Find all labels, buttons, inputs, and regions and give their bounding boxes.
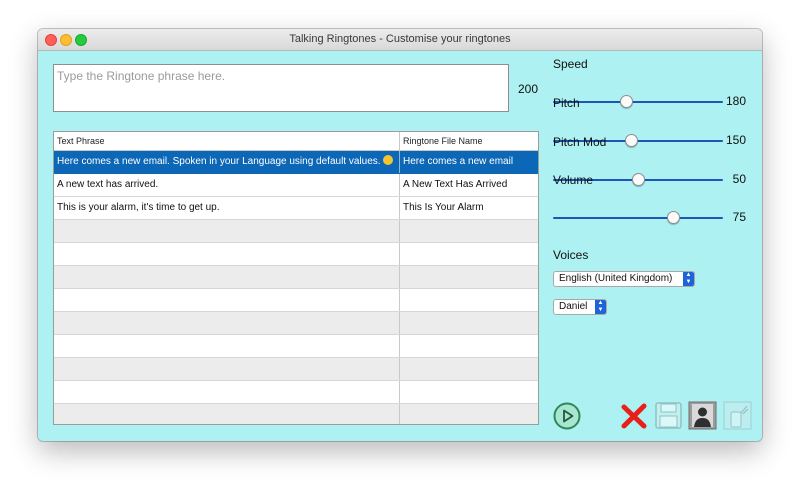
speed-slider-knob[interactable] <box>619 95 633 108</box>
pitch-mod-label: Pitch Mod <box>553 135 607 149</box>
table-cell <box>400 312 538 334</box>
table-cell <box>54 381 400 403</box>
table-cell-file: A New Text Has Arrived <box>403 179 508 190</box>
pitch-mod-slider-knob[interactable] <box>631 173 645 186</box>
play-button[interactable] <box>553 402 581 430</box>
table-row-empty[interactable] <box>54 243 538 266</box>
red-x-icon <box>621 403 647 429</box>
table-cell <box>400 358 538 380</box>
table-cell <box>54 335 400 357</box>
table-cell <box>54 312 400 334</box>
table-row[interactable]: Here comes a new email. Spoken in your L… <box>54 151 538 174</box>
table-row-empty[interactable] <box>54 220 538 243</box>
speed-label: Speed <box>553 57 588 71</box>
smiley-emoji-icon <box>382 155 393 165</box>
phrase-input[interactable]: Type the Ringtone phrase here. <box>53 64 509 112</box>
table-cell-file: This Is Your Alarm <box>403 202 484 213</box>
table-cell <box>400 381 538 403</box>
chevron-up-down-icon: ▲ ▼ <box>683 272 694 286</box>
voices-label: Voices <box>553 248 589 262</box>
table-cell <box>400 220 538 242</box>
ringtone-table: Text Phrase Ringtone File Name Here come… <box>53 131 539 425</box>
table-cell-phrase: This is your alarm, it's time to get up. <box>54 197 400 219</box>
table-cell-phrase: A new text has arrived. <box>54 174 400 196</box>
app-window: Talking Ringtones - Customise your ringt… <box>38 29 762 441</box>
table-cell <box>54 243 400 265</box>
table-row-empty[interactable] <box>54 358 538 381</box>
table-row[interactable]: This is your alarm, it's time to get up.… <box>54 197 538 220</box>
pitch-value: 150 <box>725 133 746 147</box>
volume-label: Volume <box>553 173 594 187</box>
language-select-value: English (United Kingdom) <box>559 273 673 284</box>
title-bar: Talking Ringtones - Customise your ringt… <box>38 29 762 51</box>
table-cell <box>400 266 538 288</box>
table-cell <box>400 404 538 424</box>
table-cell <box>54 358 400 380</box>
table-cell <box>54 404 400 424</box>
table-row-empty[interactable] <box>54 312 538 335</box>
table-row[interactable]: A new text has arrived. A New Text Has A… <box>54 174 538 197</box>
table-cell-phrase-text: Here comes a new email. Spoken in your L… <box>57 156 381 167</box>
speed-value: 180 <box>725 94 746 108</box>
table-cell <box>54 266 400 288</box>
table-row-empty[interactable] <box>54 404 538 424</box>
volume-slider-knob[interactable] <box>667 211 681 224</box>
pitch-mod-value: 50 <box>732 172 746 186</box>
table-row-empty[interactable] <box>54 335 538 358</box>
pitch-label: Pitch <box>553 96 580 110</box>
volume-value: 75 <box>732 210 746 224</box>
column-header-file-name[interactable]: Ringtone File Name <box>400 132 538 150</box>
contact-button[interactable] <box>688 401 717 430</box>
voice-select-value: Daniel <box>559 301 588 312</box>
table-row-empty[interactable] <box>54 381 538 404</box>
table-cell-phrase: Here comes a new email. Spoken in your L… <box>54 151 400 173</box>
table-cell <box>400 289 538 311</box>
table-cell <box>54 289 400 311</box>
save-button[interactable] <box>654 401 683 430</box>
table-cell <box>400 335 538 357</box>
contact-silhouette-icon <box>688 401 717 430</box>
delete-button[interactable] <box>621 403 647 429</box>
play-icon <box>553 402 581 430</box>
window-title: Talking Ringtones - Customise your ringt… <box>289 33 511 45</box>
phone-icon <box>723 401 752 430</box>
table-cell <box>400 243 538 265</box>
table-row-empty[interactable] <box>54 266 538 289</box>
pitch-slider-knob[interactable] <box>624 134 638 147</box>
phone-button[interactable] <box>723 401 752 430</box>
table-cell-file: Here comes a new email <box>403 156 514 167</box>
language-select[interactable]: English (United Kingdom) ▲ ▼ <box>553 271 695 287</box>
table-cell <box>54 220 400 242</box>
table-row-empty[interactable] <box>54 289 538 312</box>
floppy-disk-icon <box>655 402 682 429</box>
column-header-text-phrase[interactable]: Text Phrase <box>54 132 400 150</box>
character-count: 200 <box>518 82 539 96</box>
volume-slider-track[interactable] <box>553 217 723 219</box>
main-content: Type the Ringtone phrase here. 200 Text … <box>38 51 762 441</box>
voice-select[interactable]: Daniel ▲ ▼ <box>553 299 607 315</box>
chevron-up-down-icon: ▲ ▼ <box>595 300 606 314</box>
table-header: Text Phrase Ringtone File Name <box>54 132 538 151</box>
